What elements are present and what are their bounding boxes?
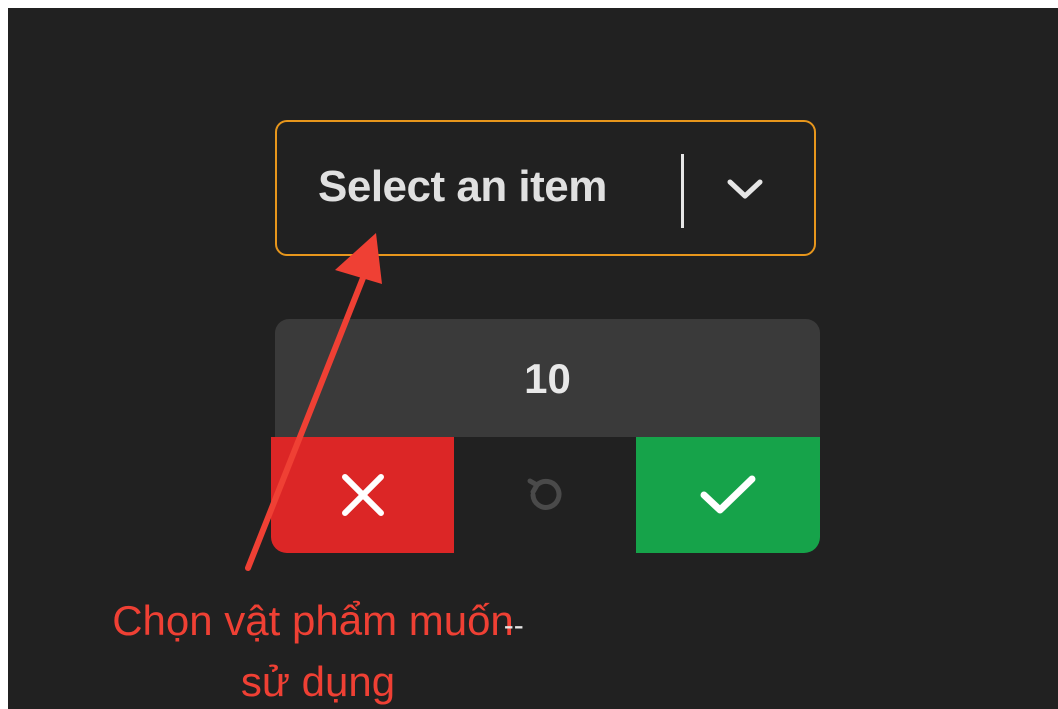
close-icon: [341, 474, 384, 516]
undo-icon: [527, 478, 562, 510]
quantity-display[interactable]: 10: [275, 319, 820, 437]
chevron-down-icon[interactable]: [724, 174, 766, 204]
reset-button[interactable]: [454, 437, 636, 553]
quantity-value: 10: [524, 355, 571, 402]
annotation-text: Chọn vật phẩm muốn-- sử dụng: [38, 593, 598, 709]
select-divider: [681, 154, 684, 228]
annotation-dash: --: [503, 609, 524, 642]
annotation-line-2: sử dụng: [240, 658, 396, 705]
action-button-row: [271, 437, 820, 553]
screen-panel: Select an item 10 Chọn vật phẩm muốn-- s…: [8, 8, 1058, 709]
select-placeholder: Select an item: [318, 162, 607, 211]
cancel-button[interactable]: [271, 437, 454, 553]
item-select-dropdown[interactable]: Select an item: [275, 120, 816, 256]
confirm-button[interactable]: [636, 437, 820, 553]
check-icon: [700, 475, 756, 514]
annotation-line-1: Chọn vật phẩm muốn: [112, 597, 514, 644]
